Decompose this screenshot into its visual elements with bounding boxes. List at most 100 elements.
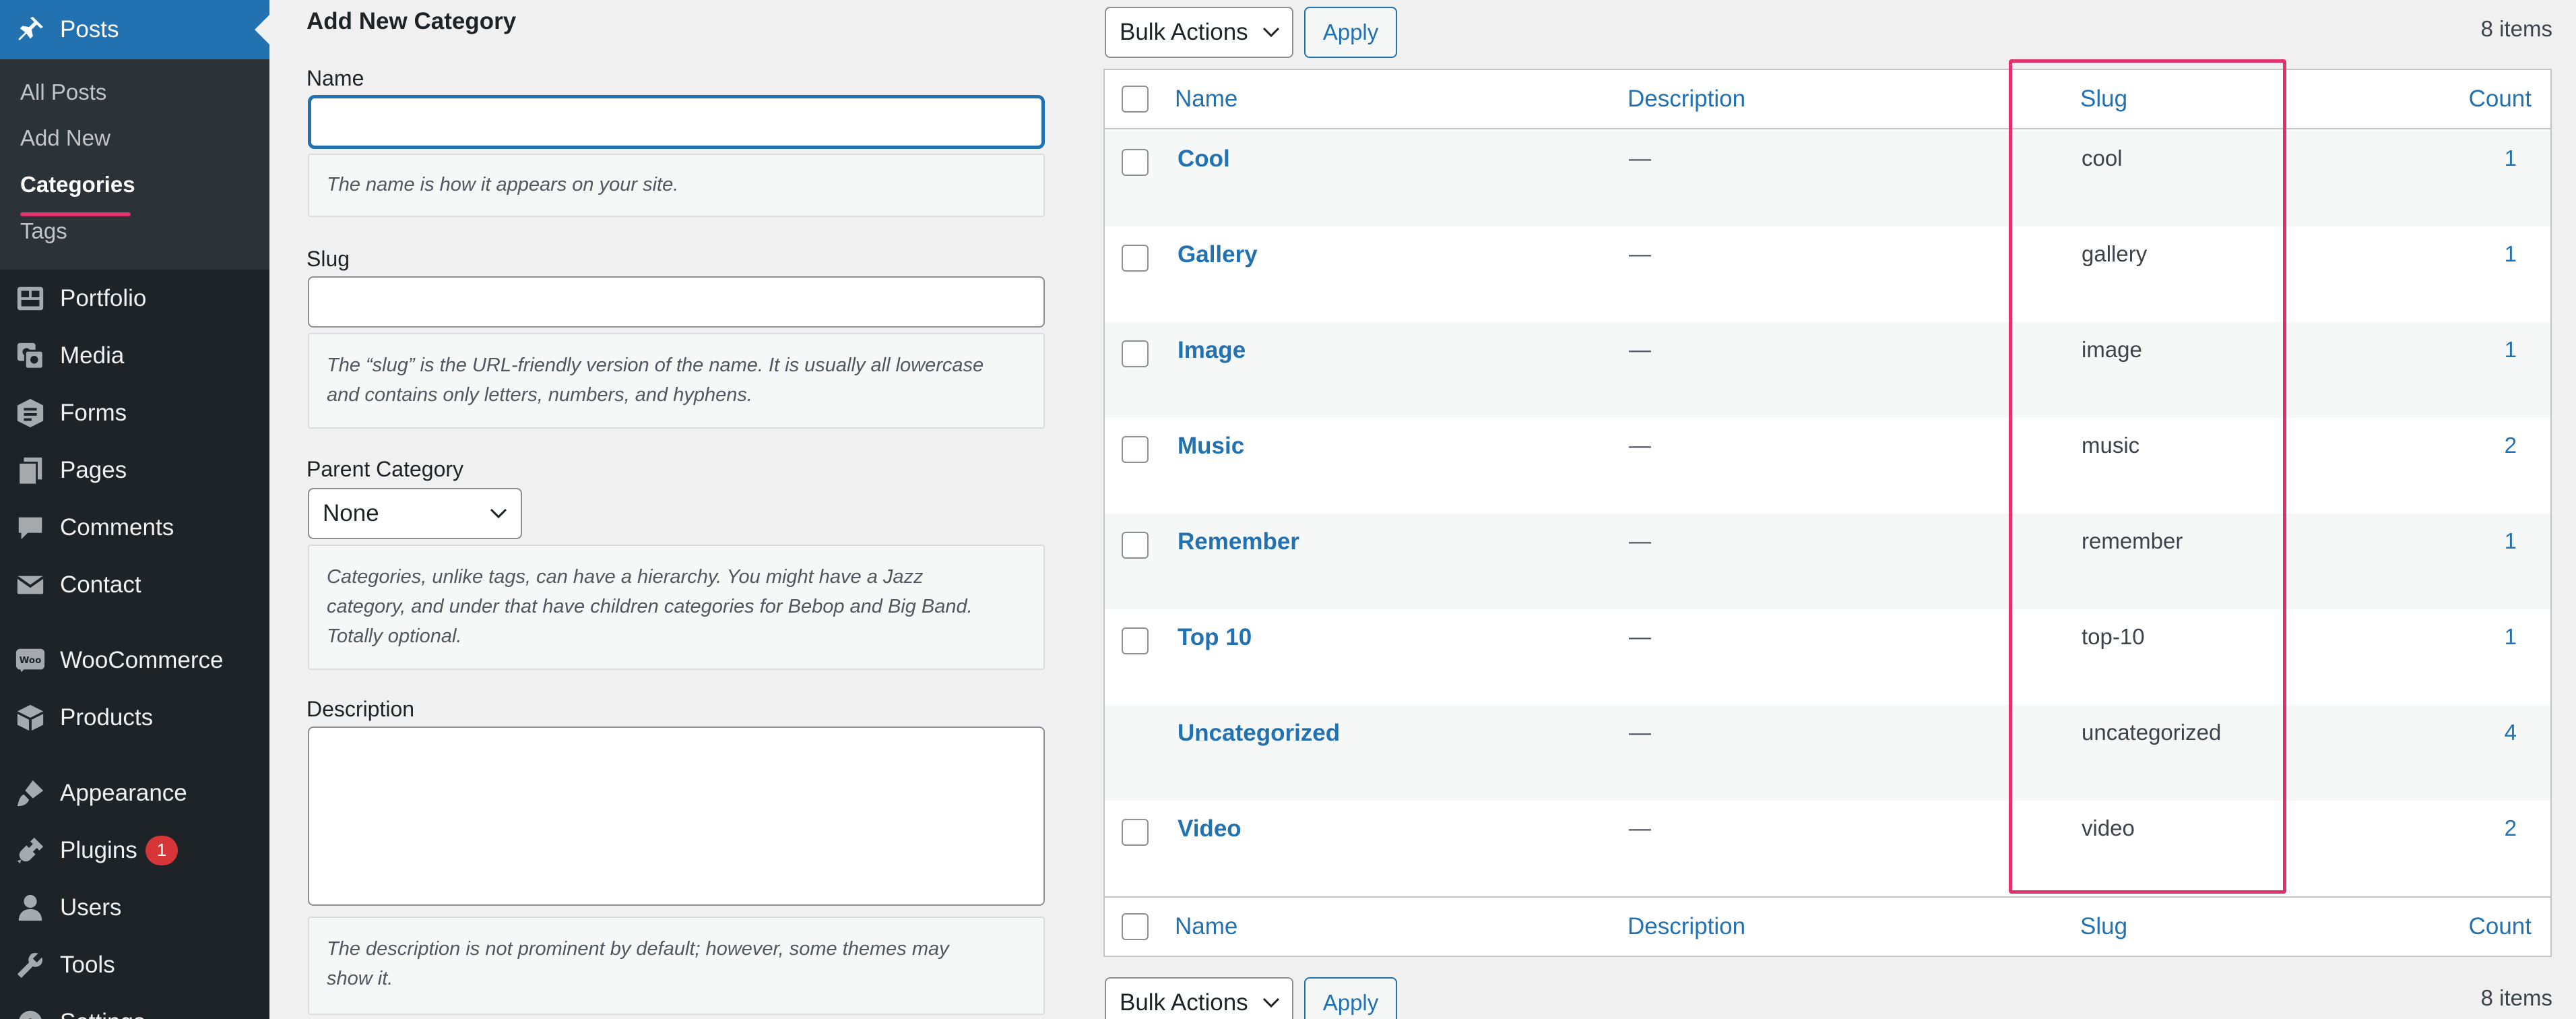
slug-input[interactable] xyxy=(308,276,1045,328)
category-count-link[interactable]: 4 xyxy=(2505,720,2517,745)
category-name-link[interactable]: Music xyxy=(1178,433,1244,460)
row-checkbox[interactable] xyxy=(1122,149,1149,176)
chevron-down-icon xyxy=(1262,997,1280,1008)
submenu-tags[interactable]: Tags xyxy=(20,218,67,244)
menu-plugins[interactable]: Plugins 1 xyxy=(0,822,269,879)
column-name-header[interactable]: Name xyxy=(1175,86,1237,113)
posts-submenu: All Posts Add New Categories Tags xyxy=(0,59,269,270)
name-help: The name is how it appears on your site. xyxy=(308,154,1045,217)
bulk-actions-select-bottom[interactable]: Bulk Actions xyxy=(1105,977,1293,1019)
table-row: Cool — cool 1 xyxy=(1105,131,2550,226)
category-name-link[interactable]: Uncategorized xyxy=(1178,720,1340,747)
slug-column-highlight xyxy=(2009,59,2286,894)
category-name-link[interactable]: Remember xyxy=(1178,528,1299,555)
column-count-footer[interactable]: Count xyxy=(2469,913,2532,940)
menu-media-label: Media xyxy=(60,342,125,369)
select-all-checkbox-footer[interactable] xyxy=(1122,913,1149,940)
category-count-link[interactable]: 1 xyxy=(2505,337,2517,363)
column-name-footer[interactable]: Name xyxy=(1175,913,1237,940)
menu-settings[interactable]: Settings xyxy=(0,993,269,1019)
menu-portfolio[interactable]: Portfolio xyxy=(0,270,269,327)
parent-category-label: Parent Category xyxy=(307,457,464,481)
apply-button-top[interactable]: Apply xyxy=(1304,7,1397,58)
menu-media[interactable]: Media xyxy=(0,327,269,384)
menu-pages[interactable]: Pages xyxy=(0,441,269,499)
submenu-all-posts[interactable]: All Posts xyxy=(20,80,106,105)
category-name-link[interactable]: Cool xyxy=(1178,146,1230,173)
row-checkbox[interactable] xyxy=(1122,436,1149,463)
parent-help-line-2: category, and under that have children c… xyxy=(327,596,973,617)
chevron-down-icon xyxy=(1262,27,1280,38)
menu-contact[interactable]: Contact xyxy=(0,556,269,613)
description-help-line-1: The description is not prominent by defa… xyxy=(327,938,949,960)
tools-icon xyxy=(15,950,46,981)
menu-forms[interactable]: Forms xyxy=(0,384,269,441)
parent-category-select[interactable]: None xyxy=(308,488,522,539)
category-description: — xyxy=(1629,337,1651,362)
menu-woocommerce-label: WooCommerce xyxy=(60,646,224,673)
parent-category-help: Categories, unlike tags, can have a hier… xyxy=(308,545,1045,670)
settings-icon xyxy=(15,1007,46,1019)
name-help-text: The name is how it appears on your site. xyxy=(327,174,679,195)
category-description: — xyxy=(1629,241,1651,266)
pushpin-icon xyxy=(15,14,46,45)
table-footer: Name Description Slug Count xyxy=(1105,896,2550,956)
category-description: — xyxy=(1629,528,1651,553)
row-checkbox[interactable] xyxy=(1122,245,1149,272)
current-submenu-underline xyxy=(20,212,131,216)
description-help: The description is not prominent by defa… xyxy=(308,917,1045,1015)
menu-posts[interactable]: Posts xyxy=(0,0,269,59)
menu-users[interactable]: Users xyxy=(0,879,269,936)
slug-help-line-2: and contains only letters, numbers, and … xyxy=(327,384,752,406)
category-count-link[interactable]: 2 xyxy=(2505,815,2517,841)
bulk-actions-select-top[interactable]: Bulk Actions xyxy=(1105,7,1293,58)
menu-portfolio-label: Portfolio xyxy=(60,284,147,311)
category-description: — xyxy=(1629,146,1651,171)
menu-woocommerce[interactable]: Woo WooCommerce xyxy=(0,631,269,689)
description-textarea[interactable] xyxy=(308,727,1045,906)
plugins-update-badge: 1 xyxy=(146,835,178,865)
row-checkbox[interactable] xyxy=(1122,819,1149,846)
category-name-link[interactable]: Video xyxy=(1178,815,1242,842)
table-row: Music — music 2 xyxy=(1105,418,2550,514)
submenu-categories[interactable]: Categories xyxy=(20,172,135,197)
category-count-link[interactable]: 1 xyxy=(2505,624,2517,650)
column-description-footer[interactable]: Description xyxy=(1628,913,1745,940)
table-row: Top 10 — top-10 1 xyxy=(1105,609,2550,705)
comments-icon xyxy=(15,512,46,543)
category-description: — xyxy=(1629,433,1651,458)
menu-products[interactable]: Products xyxy=(0,689,269,746)
submenu-add-new[interactable]: Add New xyxy=(20,125,110,151)
menu-settings-label: Settings xyxy=(60,1009,145,1019)
category-count-link[interactable]: 1 xyxy=(2505,528,2517,554)
column-count-header[interactable]: Count xyxy=(2469,86,2532,113)
menu-appearance[interactable]: Appearance xyxy=(0,764,269,822)
apply-button-bottom[interactable]: Apply xyxy=(1304,977,1397,1019)
category-description: — xyxy=(1629,720,1651,745)
select-all-checkbox[interactable] xyxy=(1122,86,1149,113)
row-checkbox[interactable] xyxy=(1122,340,1149,367)
category-name-link[interactable]: Gallery xyxy=(1178,241,1258,268)
slug-label: Slug xyxy=(307,247,350,271)
woocommerce-icon: Woo xyxy=(15,645,46,676)
menu-tools[interactable]: Tools xyxy=(0,936,269,993)
portfolio-icon xyxy=(15,283,46,314)
category-name-link[interactable]: Top 10 xyxy=(1178,624,1252,651)
forms-icon xyxy=(15,398,46,429)
category-count-link[interactable]: 2 xyxy=(2505,433,2517,458)
row-checkbox[interactable] xyxy=(1122,532,1149,559)
column-slug-footer[interactable]: Slug xyxy=(2080,913,2127,940)
menu-forms-label: Forms xyxy=(60,399,127,426)
name-input[interactable] xyxy=(308,95,1045,149)
name-label: Name xyxy=(307,66,364,90)
category-name-link[interactable]: Image xyxy=(1178,337,1246,364)
column-description-header[interactable]: Description xyxy=(1628,86,1745,113)
category-count-link[interactable]: 1 xyxy=(2505,241,2517,267)
svg-text:Woo: Woo xyxy=(20,655,42,665)
menu-products-label: Products xyxy=(60,704,154,731)
items-count-bottom: 8 items xyxy=(2480,985,2552,1010)
category-count-link[interactable]: 1 xyxy=(2505,146,2517,171)
menu-comments[interactable]: Comments xyxy=(0,499,269,556)
bulk-actions-label-top: Bulk Actions xyxy=(1120,19,1248,45)
row-checkbox[interactable] xyxy=(1122,627,1149,654)
